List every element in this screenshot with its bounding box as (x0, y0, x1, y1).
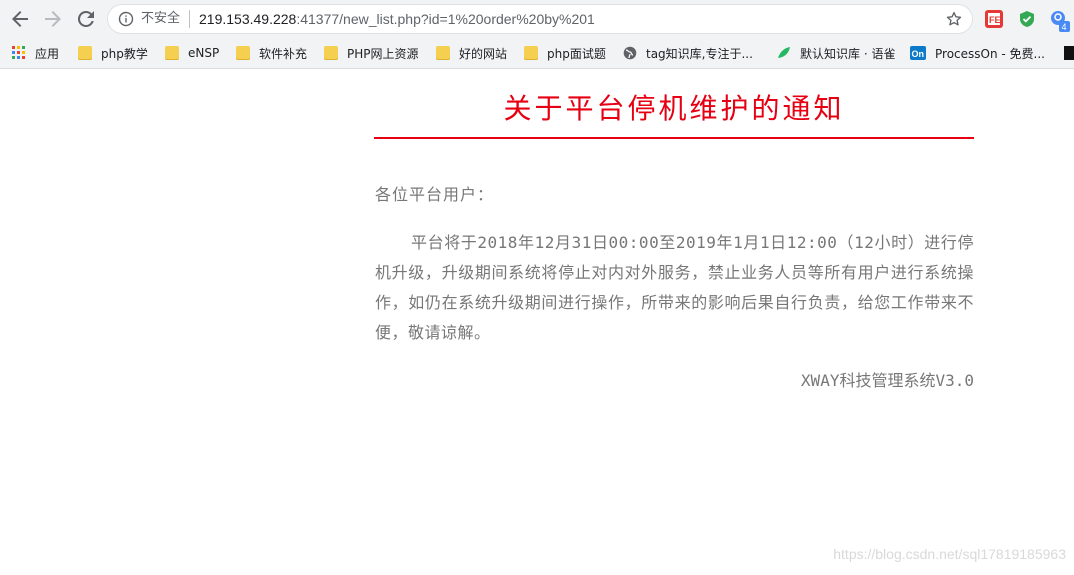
folder-icon (524, 46, 538, 60)
translate-extension-icon[interactable]: 4 (1050, 10, 1070, 32)
processon-icon: On (910, 46, 926, 60)
back-icon[interactable] (8, 7, 32, 31)
bookmark-label: php面试题 (547, 46, 606, 61)
folder-icon (165, 46, 179, 60)
bookmark-label: 默认知识库 · 语雀 (800, 46, 896, 61)
title-underline (374, 137, 974, 139)
folder-icon (324, 46, 338, 60)
bookmark-apps[interactable]: 应用 (12, 38, 59, 68)
notice-greeting: 各位平台用户： (375, 185, 495, 204)
notice-title: 关于平台停机维护的通知 (503, 92, 845, 125)
notice-body: 平台将于2018年12月31日00:00至2019年1月1日12:00（12小时… (375, 233, 974, 342)
folder-icon (436, 46, 450, 60)
bookmark-processon[interactable]: On ProcessOn - 免费... (910, 38, 1045, 68)
bookmark-label: 应用 (35, 46, 60, 61)
bookmark-software[interactable]: 软件补充 (236, 38, 307, 68)
bookmark-ensp[interactable]: eNSP (165, 38, 219, 68)
fe-helper-extension-icon[interactable]: FE (985, 10, 1003, 28)
bookmark-php-interview[interactable]: php面试题 (524, 38, 606, 68)
svg-text:On: On (912, 49, 925, 59)
bookmark-star-icon[interactable] (945, 10, 963, 28)
security-label[interactable]: 不安全 (141, 11, 180, 27)
url-path: :41377/new_list.php?id=1%20order%20by%20… (296, 11, 595, 27)
apps-grid-icon (12, 46, 25, 59)
bookmark-label: ProcessOn - 免费... (935, 46, 1045, 61)
folder-icon (78, 46, 92, 60)
shield-extension-icon[interactable] (1018, 10, 1036, 28)
url-host: 219.153.49.228 (199, 11, 297, 27)
browser-toolbar: 不安全 219.153.49.228:41377/new_list.php?id… (0, 0, 1074, 38)
notice-signature: XWAY科技管理系统V3.0 (800, 371, 974, 390)
bookmark-label: 软件补充 (259, 46, 308, 61)
bookmark-label: eNSP (188, 46, 220, 60)
bookmark-php-resources[interactable]: PHP网上资源 (324, 38, 419, 68)
bookmark-label: PHP网上资源 (347, 46, 419, 61)
address-bar[interactable]: 不安全 219.153.49.228:41377/new_list.php?id… (107, 4, 973, 34)
url-text[interactable]: 219.153.49.228:41377/new_list.php?id=1%2… (199, 10, 595, 28)
bookmark-label: 好的网站 (459, 46, 508, 61)
bookmark-label: php教学 (101, 46, 148, 61)
extension-badge-count: 4 (1062, 22, 1067, 32)
csdn-watermark: https://blog.csdn.net/sql17819185963 (833, 546, 1066, 562)
bookmark-yuque[interactable]: 默认知识库 · 语雀 (777, 38, 895, 68)
bookmark-good-sites[interactable]: 好的网站 (436, 38, 507, 68)
bookmark-label: tag知识库,专注于... (646, 46, 753, 61)
omnibox-divider (189, 10, 190, 28)
bookmark-overflow[interactable] (1064, 38, 1074, 68)
reload-icon[interactable] (74, 7, 98, 31)
folder-icon (236, 46, 250, 60)
bookmarks-bar: 应用 php教学 eNSP 软件补充 PHP网上资源 好的网站 php面试题 t… (0, 38, 1074, 69)
globe-icon (623, 46, 637, 60)
bookmark-tag-knowledge[interactable]: tag知识库,专注于... (623, 38, 753, 68)
overflow-bookmark-icon (1064, 46, 1074, 60)
yuque-icon (778, 47, 790, 58)
info-icon[interactable] (118, 11, 134, 27)
svg-text:FE: FE (989, 15, 1001, 25)
bookmark-php-teaching[interactable]: php教学 (78, 38, 148, 68)
forward-icon[interactable] (41, 7, 65, 31)
